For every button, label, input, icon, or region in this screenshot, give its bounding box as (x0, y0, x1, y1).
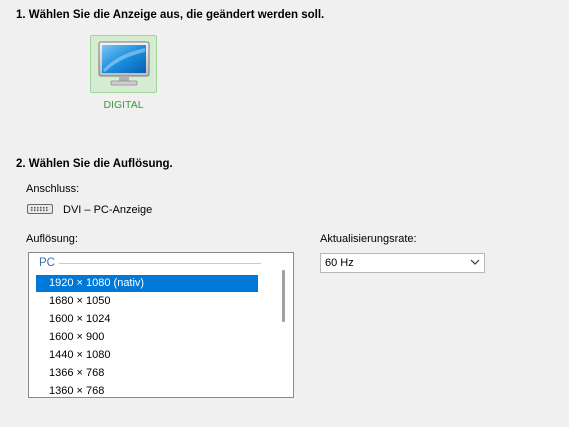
resolution-item[interactable]: 1440 × 1080 (36, 347, 258, 364)
display-label: DIGITAL (103, 99, 144, 111)
resolution-item[interactable]: 1360 × 768 (36, 383, 258, 397)
resolution-item[interactable]: 1680 × 1050 (36, 293, 258, 310)
connection-value: DVI – PC-Anzeige (63, 204, 153, 216)
dvi-connector-icon (27, 204, 53, 214)
step2-heading: 2. Wählen Sie die Auflösung. (16, 158, 173, 170)
listbox-scrollbar-thumb[interactable] (282, 270, 285, 322)
connection-label: Anschluss: (26, 183, 80, 195)
resolution-item[interactable]: 1600 × 900 (36, 329, 258, 346)
group-divider (59, 263, 261, 264)
chevron-down-icon (470, 259, 480, 265)
refresh-rate-value: 60 Hz (325, 257, 354, 269)
step1-heading: 1. Wählen Sie die Anzeige aus, die geänd… (16, 9, 325, 21)
resolution-item[interactable]: 1600 × 1024 (36, 311, 258, 328)
resolution-group-header: PC (39, 257, 55, 269)
resolution-item-selected[interactable]: 1920 × 1080 (nativ) (36, 275, 258, 292)
refresh-rate-label: Aktualisierungsrate: (320, 233, 417, 245)
resolution-label: Auflösung: (26, 233, 78, 245)
monitor-icon (98, 41, 150, 86)
resolution-item[interactable]: 1366 × 768 (36, 365, 258, 382)
resolution-listbox[interactable]: PC 1920 × 1080 (nativ) 1680 × 1050 1600 … (28, 252, 294, 398)
refresh-rate-select[interactable]: 60 Hz (320, 253, 485, 273)
display-tile-digital[interactable] (90, 35, 157, 93)
